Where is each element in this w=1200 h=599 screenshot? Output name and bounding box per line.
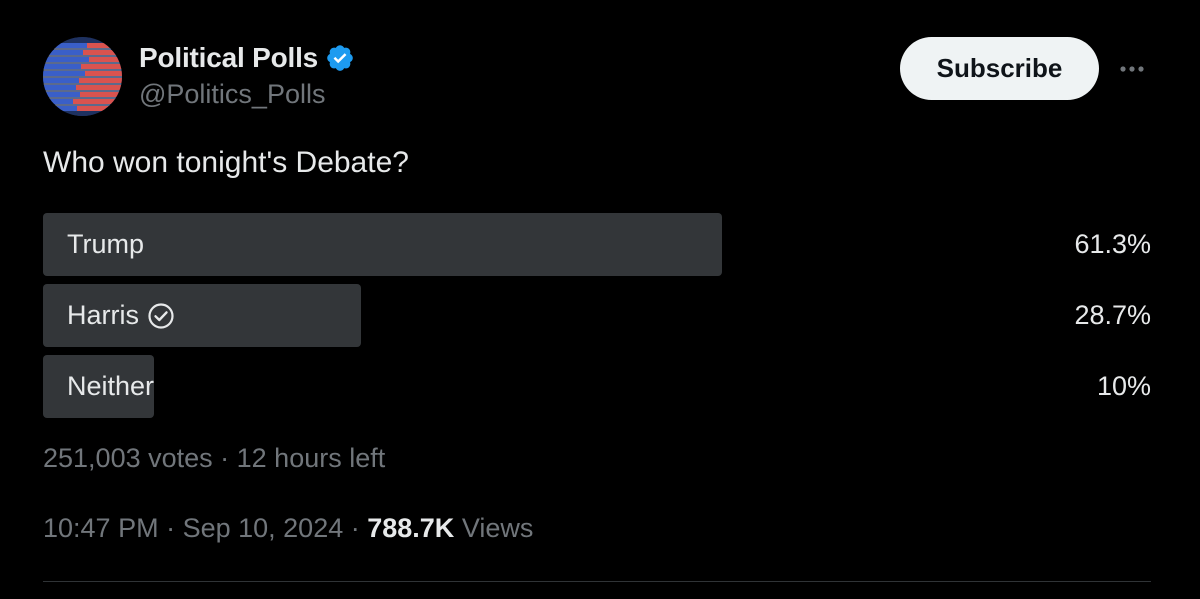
poll-option-harris: Harris 28.7% bbox=[43, 284, 1151, 347]
poll-bar bbox=[43, 213, 722, 276]
timestamp-separator: · bbox=[158, 513, 183, 543]
poll-meta-separator: · bbox=[212, 443, 237, 473]
poll-time-left: 12 hours left bbox=[236, 443, 386, 473]
poll: Trump 61.3% Harris 28.7% Neither 10% bbox=[43, 213, 1151, 426]
poll-option-neither: Neither 10% bbox=[43, 355, 1151, 418]
poll-option-label: Harris bbox=[67, 284, 175, 347]
avatar-logo-icon bbox=[43, 37, 122, 116]
poll-option-percent: 10% bbox=[1096, 371, 1151, 401]
poll-option-label: Neither bbox=[67, 355, 154, 418]
poll-option-label-text: Trump bbox=[67, 229, 145, 259]
verified-badge-icon[interactable] bbox=[325, 43, 355, 73]
divider bbox=[43, 581, 1151, 582]
poll-option-trump: Trump 61.3% bbox=[43, 213, 1151, 276]
winner-check-icon bbox=[147, 302, 175, 330]
subscribe-button[interactable]: Subscribe bbox=[900, 37, 1099, 100]
more-horizontal-icon[interactable] bbox=[1114, 55, 1150, 83]
poll-option-label-text: Harris bbox=[67, 300, 139, 330]
post-time[interactable]: 10:47 PM bbox=[43, 513, 159, 543]
post-timestamp-row: 10:47 PM · Sep 10, 2024 · 788.7K Views bbox=[43, 513, 533, 544]
views-label: Views bbox=[454, 513, 534, 543]
poll-vote-count: 251,003 votes bbox=[43, 443, 213, 473]
poll-option-percent: 61.3% bbox=[1074, 229, 1151, 259]
author-name-row: Political Polls bbox=[139, 41, 355, 75]
views-count[interactable]: 788.7K bbox=[367, 513, 454, 543]
poll-option-label: Trump bbox=[67, 213, 144, 276]
author-display-name[interactable]: Political Polls bbox=[139, 42, 318, 74]
timestamp-separator: · bbox=[343, 513, 368, 543]
poll-option-label-text: Neither bbox=[67, 371, 155, 401]
post-text: Who won tonight's Debate? bbox=[43, 146, 409, 179]
author-handle[interactable]: @Politics_Polls bbox=[139, 79, 325, 110]
post: Political Polls @Politics_Polls Subscrib… bbox=[0, 0, 1200, 599]
poll-meta: 251,003 votes · 12 hours left bbox=[43, 443, 385, 474]
poll-option-percent: 28.7% bbox=[1074, 300, 1151, 330]
avatar[interactable] bbox=[43, 37, 122, 116]
post-date[interactable]: Sep 10, 2024 bbox=[183, 513, 344, 543]
